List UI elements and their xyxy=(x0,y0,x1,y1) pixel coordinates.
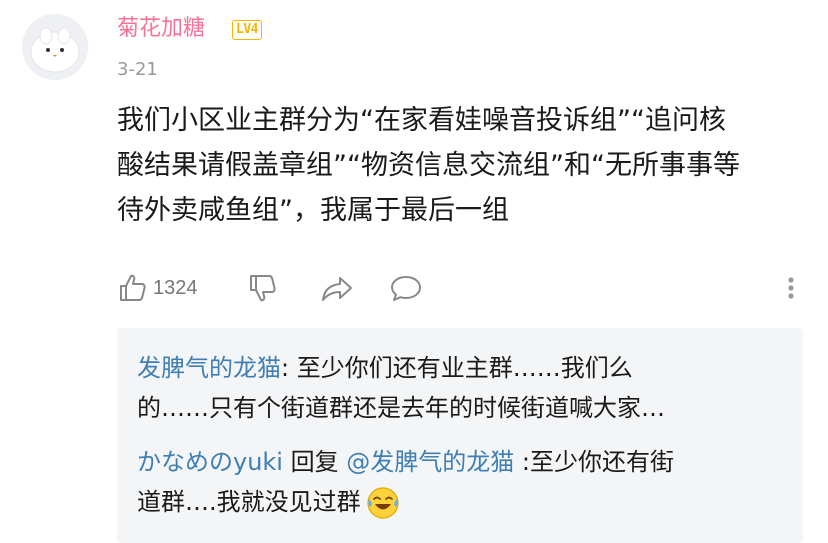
laughing-tears-emoji xyxy=(367,487,399,519)
comment-line: 我们小区业主群分为“在家看娃噪音投诉组”“追问核 xyxy=(117,105,726,136)
avatar[interactable] xyxy=(22,14,88,80)
reply-username[interactable]: 发脾气的龙猫 xyxy=(137,354,281,382)
share-button[interactable] xyxy=(320,266,354,310)
reply-mention[interactable]: @发脾气的龙猫 xyxy=(346,448,514,476)
dislike-button[interactable] xyxy=(247,266,279,310)
share-icon xyxy=(322,277,352,301)
reply-text: :至少你还有街 xyxy=(514,448,674,476)
replies-panel[interactable]: 发脾气的龙猫: 至少你们还有业主群……我们么 的……只有个街道群还是去年的时候街… xyxy=(117,328,803,543)
comment-username[interactable]: 菊花加糖 xyxy=(117,14,205,44)
thumbs-down-icon xyxy=(250,275,276,302)
reply-word: 回复 xyxy=(282,448,347,476)
comment-actions: 1324 xyxy=(117,266,807,310)
level-badge: LV4 xyxy=(232,20,262,40)
comment-line: 酸结果请假盖章组”“物资信息交流组”和“无所事事等 xyxy=(117,150,740,181)
reply-button[interactable] xyxy=(389,266,423,310)
like-count: 1324 xyxy=(153,276,198,299)
avatar-image xyxy=(22,14,88,80)
reply-separator: : xyxy=(281,354,290,382)
like-button[interactable]: 1324 xyxy=(117,266,198,310)
reply-username[interactable]: かなめのyuki xyxy=(137,448,283,476)
reply-item[interactable]: かなめのyuki 回复 @发脾气的龙猫 :至少你还有街 道群….我就没见过群 xyxy=(137,442,777,522)
comment-icon xyxy=(391,276,421,301)
more-options-button[interactable] xyxy=(781,266,801,310)
reply-item[interactable]: 发脾气的龙猫: 至少你们还有业主群……我们么 的……只有个街道群还是去年的时候街… xyxy=(137,348,777,428)
reply-text: 道群….我就没见过群 xyxy=(137,488,361,516)
comment-text: 我们小区业主群分为“在家看娃噪音投诉组”“追问核 酸结果请假盖章组”“物资信息交… xyxy=(117,98,807,233)
more-vertical-icon xyxy=(788,277,794,299)
comment-date: 3-21 xyxy=(117,59,158,80)
reply-text: 的……只有个街道群还是去年的时候街道喊大家… xyxy=(137,394,665,422)
comment-line: 待外卖咸鱼组”，我属于最后一组 xyxy=(117,195,509,226)
thumbs-up-icon xyxy=(120,274,146,301)
reply-text: 至少你们还有业主群……我们么 xyxy=(289,354,633,382)
